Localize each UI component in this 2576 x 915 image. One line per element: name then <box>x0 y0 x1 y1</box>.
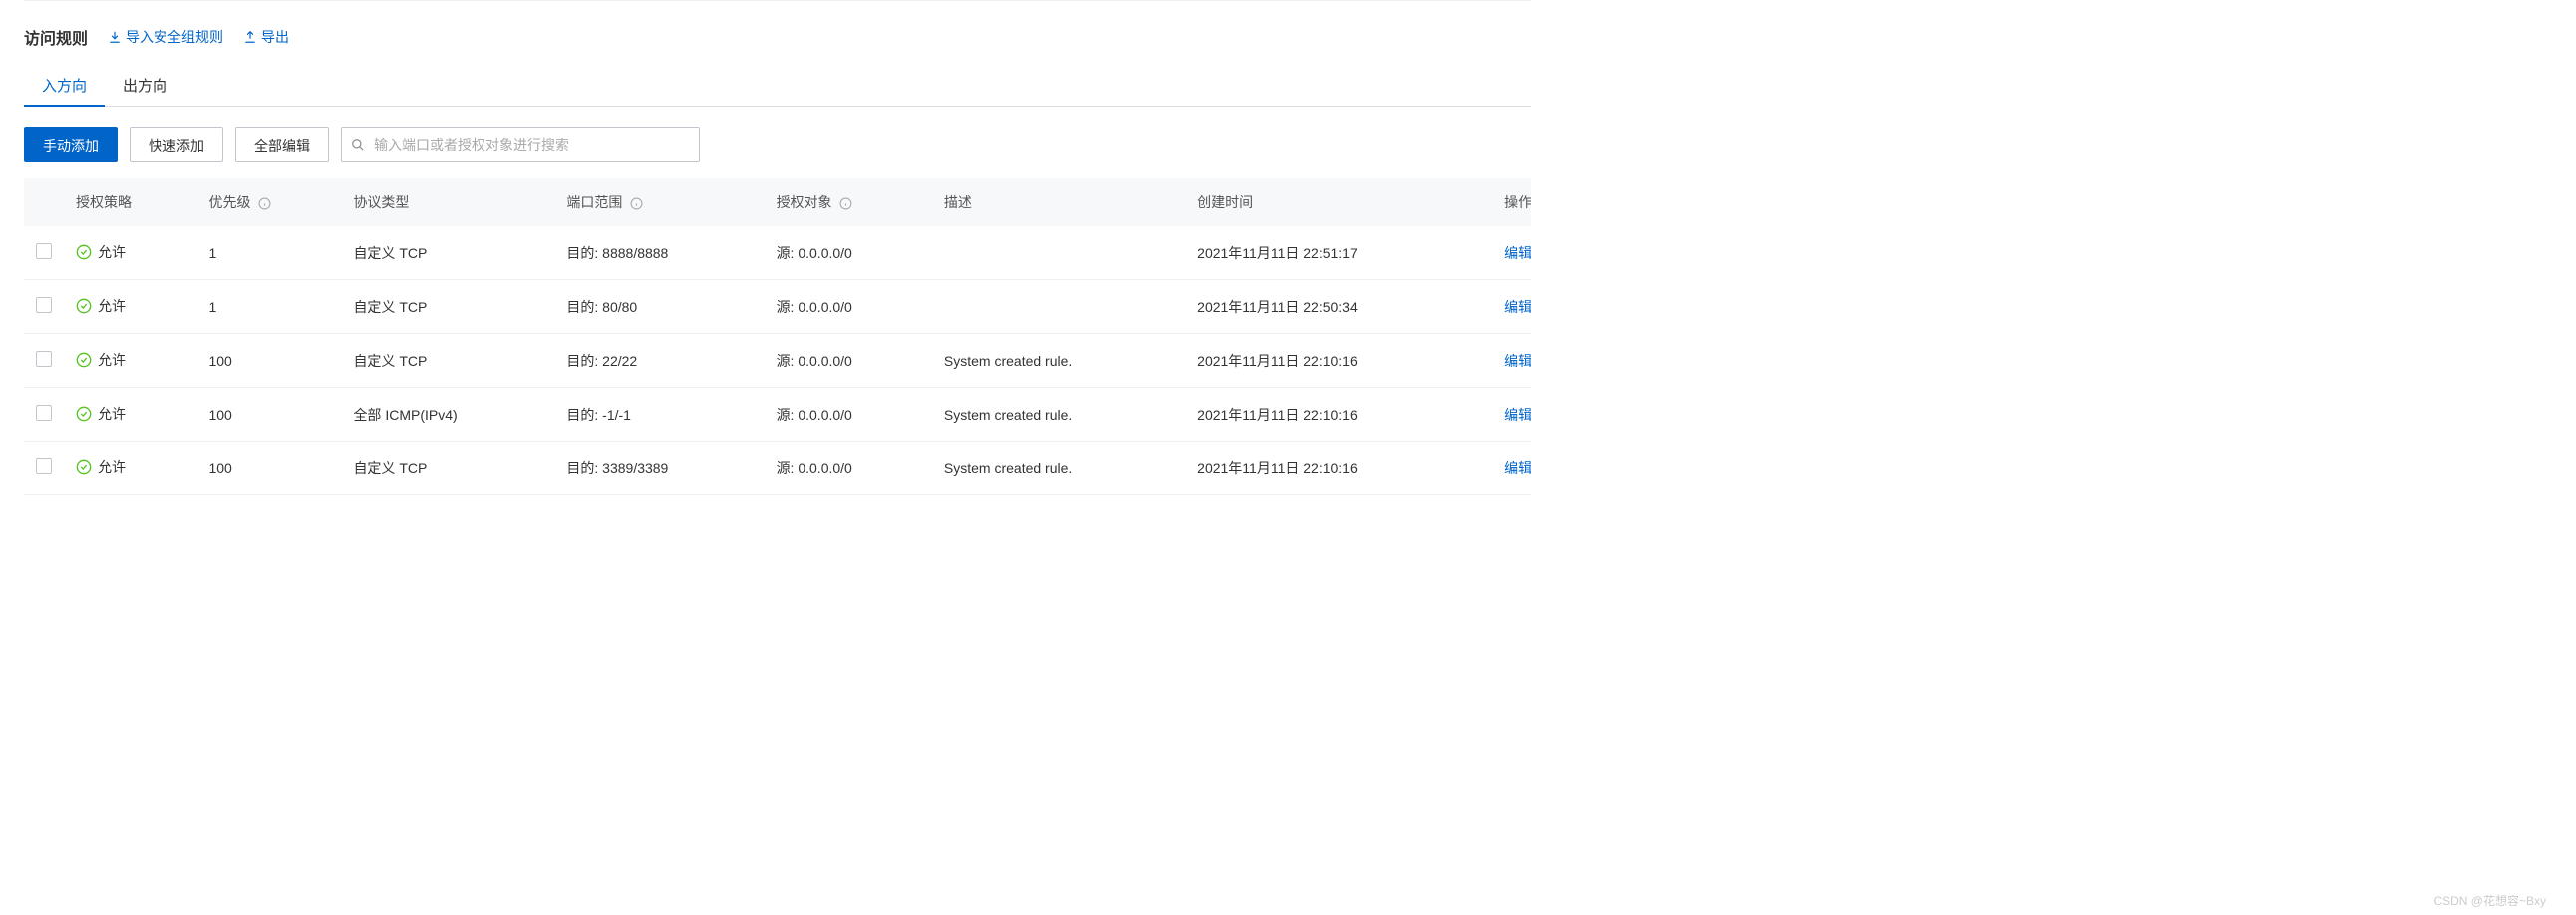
row-checkbox[interactable] <box>36 405 52 421</box>
import-rules-label: 导入安全组规则 <box>126 27 223 47</box>
info-icon[interactable] <box>630 197 643 210</box>
create-time-cell: 2021年11月11日 22:51:17 <box>1185 226 1492 280</box>
export-rules-button[interactable]: 导出 <box>243 27 289 47</box>
toolbar: 手动添加 快速添加 全部编辑 <box>24 127 1531 162</box>
quick-add-button[interactable]: 快速添加 <box>130 127 223 162</box>
edit-link[interactable]: 编辑 <box>1504 245 1531 261</box>
direction-tabs: 入方向 出方向 <box>24 65 1531 107</box>
rules-table: 授权策略 优先级 协议类型 端口范围 授权对象 描述 <box>24 178 1531 495</box>
port-range-cell: 目的: -1/-1 <box>554 388 764 442</box>
description-cell <box>932 226 1185 280</box>
port-range-cell: 目的: 22/22 <box>554 334 764 388</box>
policy-badge: 允许 <box>76 458 126 477</box>
check-circle-icon <box>76 298 92 314</box>
priority-cell: 1 <box>196 226 341 280</box>
table-row: 允许 100自定义 TCP目的: 3389/3389源: 0.0.0.0/0Sys… <box>24 442 1531 495</box>
policy-text: 允许 <box>98 404 126 424</box>
edit-all-button[interactable]: 全部编辑 <box>235 127 329 162</box>
page-title: 访问规则 <box>24 25 88 49</box>
col-port-range: 端口范围 <box>566 194 622 210</box>
protocol-cell: 自定义 TCP <box>341 334 554 388</box>
policy-badge: 允许 <box>76 296 126 316</box>
policy-text: 允许 <box>98 350 126 370</box>
manual-add-button[interactable]: 手动添加 <box>24 127 118 162</box>
rules-table-wrap[interactable]: 授权策略 优先级 协议类型 端口范围 授权对象 描述 <box>24 178 1531 495</box>
table-header: 授权策略 优先级 协议类型 端口范围 授权对象 描述 <box>24 178 1531 226</box>
create-time-cell: 2021年11月11日 22:10:16 <box>1185 442 1492 495</box>
protocol-cell: 全部 ICMP(IPv4) <box>341 388 554 442</box>
col-priority: 优先级 <box>208 194 250 210</box>
create-time-cell: 2021年11月11日 22:10:16 <box>1185 388 1492 442</box>
tab-inbound[interactable]: 入方向 <box>24 65 105 106</box>
port-range-cell: 目的: 8888/8888 <box>554 226 764 280</box>
policy-badge: 允许 <box>76 242 126 262</box>
row-checkbox[interactable] <box>36 297 52 313</box>
create-time-cell: 2021年11月11日 22:10:16 <box>1185 334 1492 388</box>
export-rules-label: 导出 <box>261 27 289 47</box>
col-create-time: 创建时间 <box>1197 194 1253 210</box>
table-row: 允许 1自定义 TCP目的: 80/80源: 0.0.0.0/0 2021年11月1… <box>24 280 1531 334</box>
check-circle-icon <box>76 352 92 368</box>
page-header: 访问规则 导入安全组规则 导出 <box>24 0 1531 65</box>
port-range-cell: 目的: 80/80 <box>554 280 764 334</box>
export-icon <box>243 30 257 44</box>
auth-object-cell: 源: 0.0.0.0/0 <box>765 388 932 442</box>
description-cell: System created rule. <box>932 442 1185 495</box>
policy-text: 允许 <box>98 458 126 477</box>
import-icon <box>108 30 122 44</box>
auth-object-cell: 源: 0.0.0.0/0 <box>765 280 932 334</box>
auth-object-cell: 源: 0.0.0.0/0 <box>765 442 932 495</box>
info-icon[interactable] <box>839 197 852 210</box>
port-range-cell: 目的: 3389/3389 <box>554 442 764 495</box>
table-row: 允许 100全部 ICMP(IPv4)目的: -1/-1源: 0.0.0.0/0S… <box>24 388 1531 442</box>
policy-text: 允许 <box>98 296 126 316</box>
priority-cell: 100 <box>196 442 341 495</box>
check-circle-icon <box>76 244 92 260</box>
check-circle-icon <box>76 406 92 422</box>
import-rules-button[interactable]: 导入安全组规则 <box>108 27 223 47</box>
policy-badge: 允许 <box>76 350 126 370</box>
col-auth-object: 授权对象 <box>777 194 832 210</box>
description-cell: System created rule. <box>932 334 1185 388</box>
col-protocol: 协议类型 <box>353 194 409 210</box>
edit-link[interactable]: 编辑 <box>1504 407 1531 423</box>
priority-cell: 100 <box>196 334 341 388</box>
info-icon[interactable] <box>258 197 271 210</box>
col-description: 描述 <box>944 194 972 210</box>
protocol-cell: 自定义 TCP <box>341 226 554 280</box>
edit-link[interactable]: 编辑 <box>1504 460 1531 476</box>
policy-badge: 允许 <box>76 404 126 424</box>
row-checkbox[interactable] <box>36 351 52 367</box>
edit-link[interactable]: 编辑 <box>1504 353 1531 369</box>
priority-cell: 1 <box>196 280 341 334</box>
table-body: 允许1自定义 TCP目的: 8888/8888源: 0.0.0.0/02021年… <box>24 226 1531 495</box>
table-row: 允许 100自定义 TCP目的: 22/22源: 0.0.0.0/0System … <box>24 334 1531 388</box>
auth-object-cell: 源: 0.0.0.0/0 <box>765 334 932 388</box>
search-wrap <box>341 127 700 162</box>
edit-link[interactable]: 编辑 <box>1504 299 1531 315</box>
description-cell <box>932 280 1185 334</box>
col-actions: 操作 <box>1504 194 1531 210</box>
policy-text: 允许 <box>98 242 126 262</box>
search-icon <box>351 138 365 152</box>
table-row: 允许 1自定义 TCP目的: 8888/8888源: 0.0.0.0/0 2021年… <box>24 226 1531 280</box>
watermark: CSDN @花想容~Bxy <box>2433 892 2546 909</box>
description-cell: System created rule. <box>932 388 1185 442</box>
row-checkbox[interactable] <box>36 458 52 474</box>
protocol-cell: 自定义 TCP <box>341 442 554 495</box>
row-checkbox[interactable] <box>36 243 52 259</box>
auth-object-cell: 源: 0.0.0.0/0 <box>765 226 932 280</box>
col-policy: 授权策略 <box>76 194 132 210</box>
tab-outbound[interactable]: 出方向 <box>105 65 185 106</box>
check-circle-icon <box>76 459 92 475</box>
search-input[interactable] <box>341 127 700 162</box>
priority-cell: 100 <box>196 388 341 442</box>
protocol-cell: 自定义 TCP <box>341 280 554 334</box>
create-time-cell: 2021年11月11日 22:50:34 <box>1185 280 1492 334</box>
